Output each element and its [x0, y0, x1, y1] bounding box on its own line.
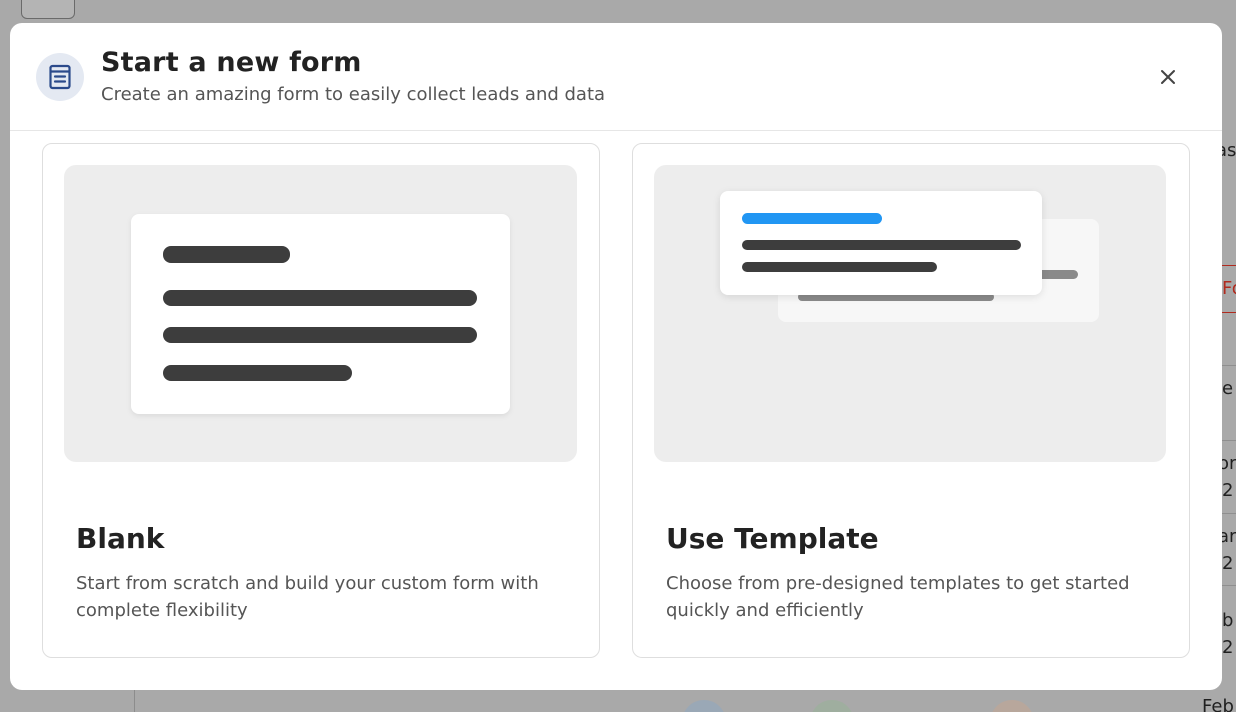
background-text: 2 [1222, 553, 1234, 574]
modal-subtitle: Create an amazing form to easily collect… [101, 84, 606, 105]
modal-header: Start a new form Create an amazing form … [10, 23, 1222, 131]
template-front-card-illustration [720, 191, 1042, 295]
background-divider [1222, 440, 1236, 441]
background-divider [1222, 312, 1236, 313]
background-text: 2 [1222, 637, 1234, 658]
template-option-description: Choose from pre-designed templates to ge… [666, 573, 1130, 621]
form-icon [36, 53, 84, 101]
background-text: or [1222, 453, 1236, 474]
blank-preview-illustration [64, 165, 577, 462]
background-text: b [1222, 610, 1234, 631]
background-avatar [810, 700, 854, 712]
template-preview-illustration [654, 165, 1166, 462]
new-form-modal: Start a new form Create an amazing form … [10, 23, 1222, 690]
close-button[interactable] [1156, 65, 1180, 89]
background-text: 2 [1222, 480, 1234, 501]
blank-form-illustration [131, 214, 510, 414]
background-button [21, 0, 75, 19]
template-option-card[interactable]: Use Template Choose from pre-designed te… [632, 143, 1190, 658]
background-divider [1222, 365, 1236, 366]
background-avatar [990, 700, 1034, 712]
modal-title: Start a new form [101, 47, 362, 78]
blank-option-card[interactable]: Blank Start from scratch and build your … [42, 143, 600, 658]
background-text: e [1222, 378, 1234, 399]
background-text: Feb [1202, 696, 1234, 712]
background-divider [1222, 513, 1236, 514]
background-text: Fo [1222, 278, 1236, 299]
background-avatar [682, 700, 726, 712]
background-divider [1222, 265, 1236, 266]
background-text: ar [1222, 526, 1236, 547]
blank-option-title: Blank [76, 522, 165, 555]
close-icon [1161, 70, 1175, 84]
template-option-title: Use Template [666, 522, 879, 555]
background-sidebar-divider [134, 690, 135, 712]
background-divider [1222, 585, 1236, 586]
background-table-fragment: as Fo e or 2 ar 2 b 2 [1222, 130, 1236, 712]
blank-option-description: Start from scratch and build your custom… [76, 573, 539, 621]
background-text: as [1222, 140, 1236, 161]
